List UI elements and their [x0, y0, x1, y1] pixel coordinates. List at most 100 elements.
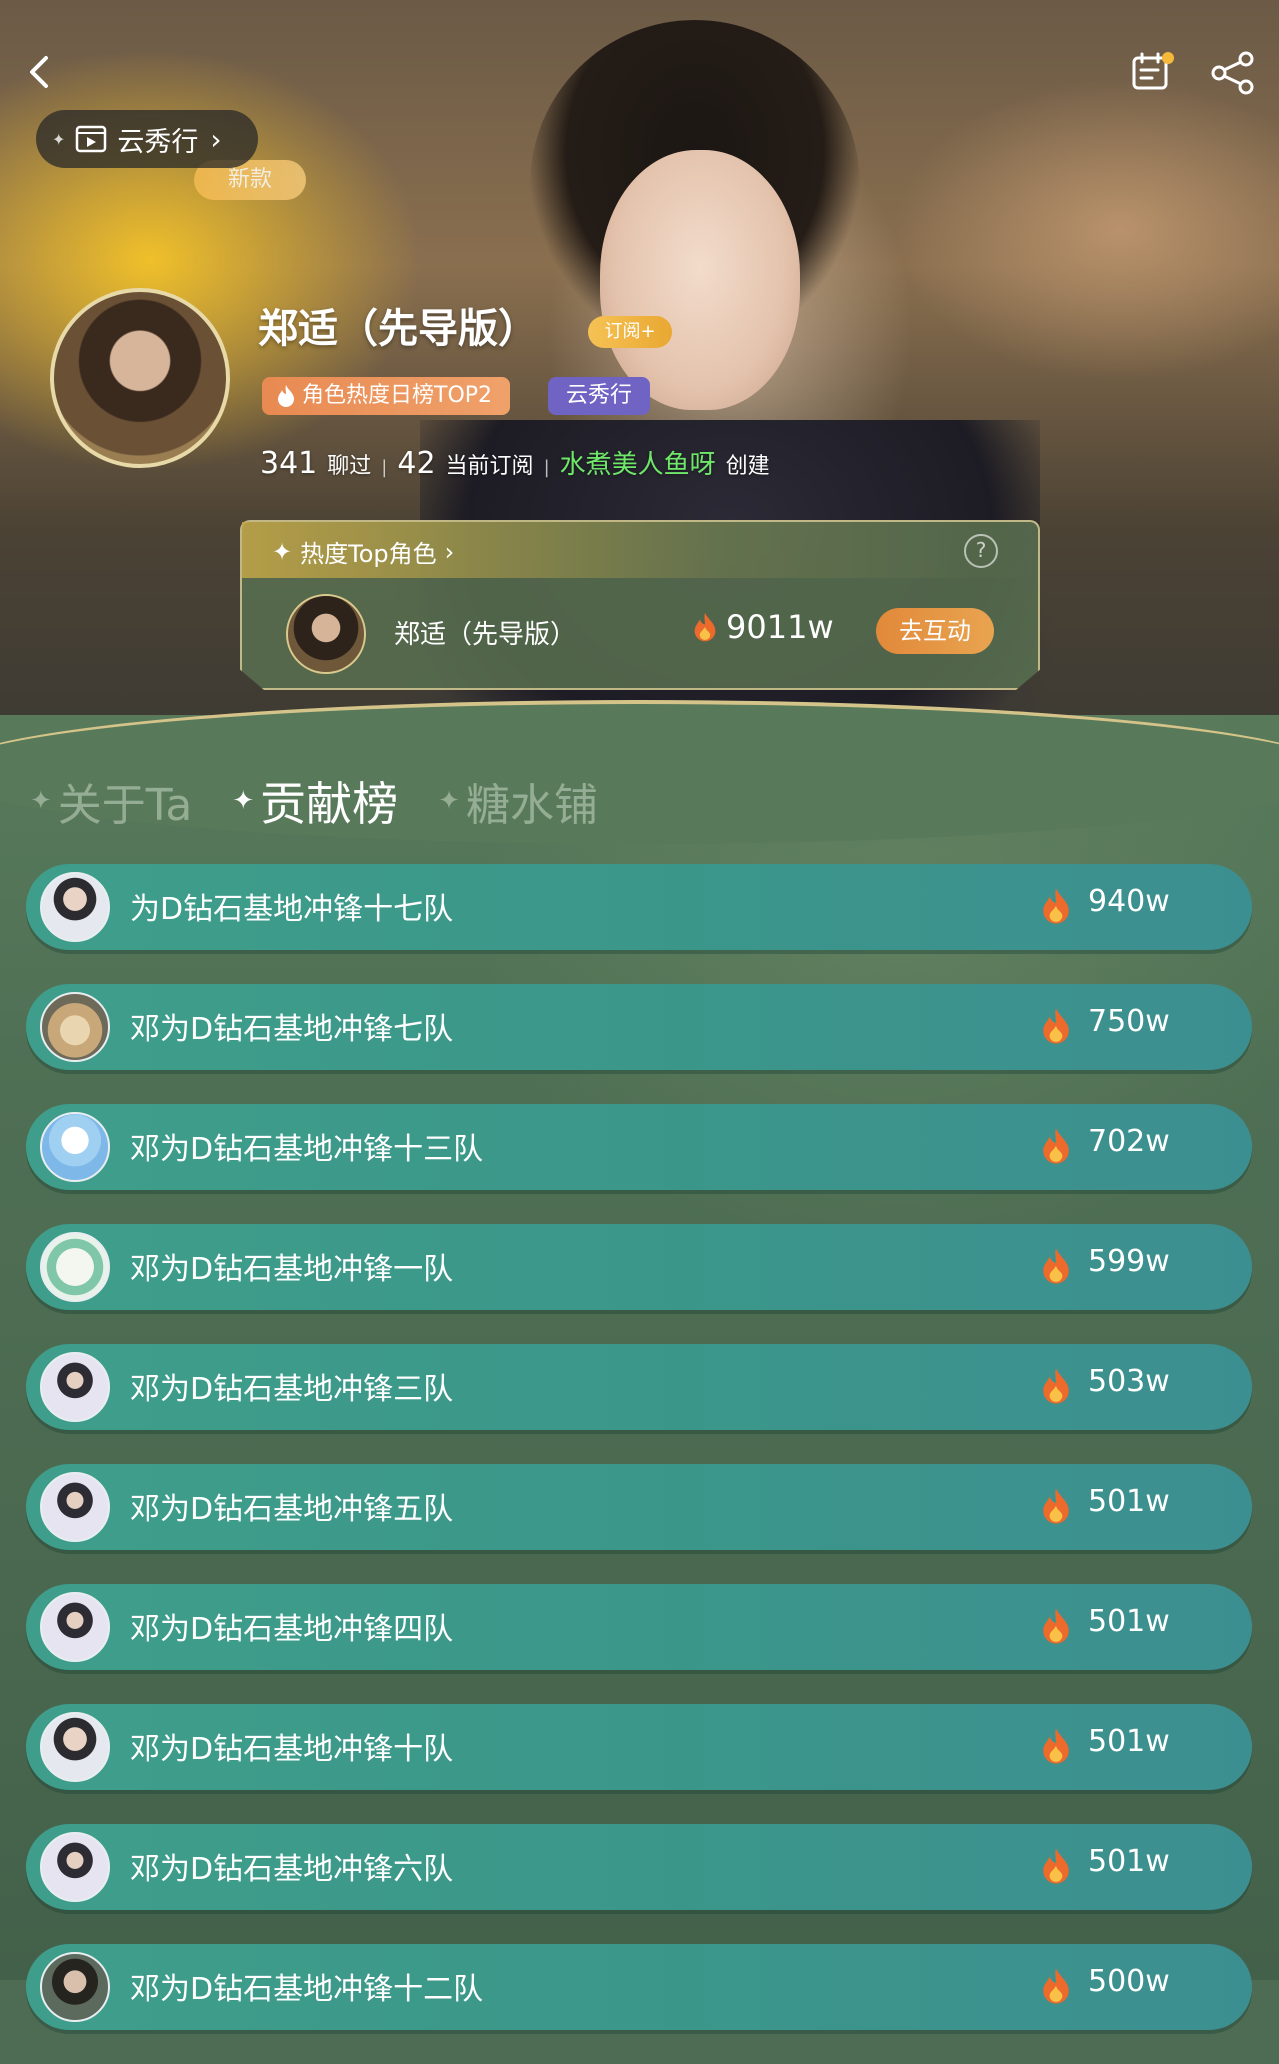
user-avatar[interactable] — [40, 1952, 110, 2022]
user-avatar[interactable] — [40, 1112, 110, 1182]
heat-value: 503w — [1088, 1364, 1170, 1399]
user-avatar[interactable] — [40, 1712, 110, 1782]
flame-icon — [694, 612, 716, 642]
creator-link[interactable]: 水煮美人鱼呀 — [560, 444, 716, 481]
chevron-left-icon — [30, 56, 48, 88]
tab-contribution-label: 贡献榜 — [260, 777, 399, 831]
divider: | — [381, 457, 388, 478]
user-avatar[interactable] — [40, 992, 110, 1062]
yunxiu-entry[interactable]: ✦ 云秀行 › — [36, 110, 258, 168]
sparkle-icon: ✦ — [52, 129, 66, 149]
team-name: 为D钻石基地冲锋十七队 — [130, 892, 454, 927]
tab-candy-shop[interactable]: ✦ 糖水铺 — [438, 769, 598, 833]
flame-icon — [278, 385, 294, 407]
ranking-row[interactable]: 邓为D钻石基地冲锋一队 599w — [26, 1224, 1252, 1310]
ranking-row[interactable]: 邓为D钻石基地冲锋十二队 500w — [26, 1944, 1252, 2030]
character-stats: 341 聊过 | 42 当前订阅 | 水煮美人鱼呀 创建 — [260, 444, 770, 481]
flame-icon — [1043, 1248, 1069, 1284]
team-name: 邓为D钻石基地冲锋五队 — [130, 1492, 454, 1527]
sparkle-icon: ✦ — [272, 537, 293, 566]
heat-value: 750w — [1088, 1004, 1170, 1039]
user-avatar[interactable] — [40, 1232, 110, 1302]
flame-icon — [1043, 1368, 1069, 1404]
flame-icon — [1043, 888, 1069, 924]
ranking-row[interactable]: 为D钻石基地冲锋十七队 940w — [26, 864, 1252, 950]
chevron-right-icon: › — [444, 537, 455, 566]
top-role-heat: 9011w — [692, 608, 834, 646]
flame-icon — [1043, 1488, 1069, 1524]
team-name: 邓为D钻石基地冲锋四队 — [130, 1612, 454, 1647]
user-avatar[interactable] — [40, 1472, 110, 1542]
team-name: 邓为D钻石基地冲锋十二队 — [130, 1972, 484, 2007]
character-name: 郑适（先导版） — [258, 306, 538, 352]
ranking-row[interactable]: 邓为D钻石基地冲锋十三队 702w — [26, 1104, 1252, 1190]
notification-dot — [1162, 52, 1174, 64]
top-role-link[interactable]: ✦ 热度Top角色 › — [272, 534, 454, 569]
heat-value: 501w — [1088, 1844, 1170, 1879]
subscribe-button[interactable]: 订阅+ — [588, 316, 672, 348]
ranking-row[interactable]: 邓为D钻石基地冲锋三队 503w — [26, 1344, 1252, 1430]
subscribers-count: 42 — [397, 446, 436, 481]
calendar-icon — [1132, 52, 1174, 90]
subscribers-label: 当前订阅 — [445, 454, 534, 479]
chatted-label: 聊过 — [327, 454, 372, 479]
top-role-name: 郑适（先导版） — [394, 620, 577, 650]
team-name: 邓为D钻石基地冲锋十队 — [130, 1732, 454, 1767]
team-name: 邓为D钻石基地冲锋十三队 — [130, 1132, 484, 1167]
calendar-button[interactable] — [1130, 50, 1174, 94]
sparkle-icon: ✦ — [438, 786, 460, 816]
flame-icon — [1043, 1128, 1069, 1164]
ranking-row[interactable]: 邓为D钻石基地冲锋四队 501w — [26, 1584, 1252, 1670]
heat-value: 500w — [1088, 1964, 1170, 1999]
ranking-row[interactable]: 邓为D钻石基地冲锋十队 501w — [26, 1704, 1252, 1790]
heat-value: 501w — [1088, 1484, 1170, 1519]
interact-button[interactable]: 去互动 — [876, 608, 994, 654]
flame-icon — [1043, 1848, 1069, 1884]
sparkle-icon: ✦ — [232, 786, 255, 816]
heat-value: 501w — [1088, 1604, 1170, 1639]
tab-candy-shop-label: 糖水铺 — [465, 780, 598, 831]
ranking-row[interactable]: 邓为D钻石基地冲锋六队 501w — [26, 1824, 1252, 1910]
heat-value: 501w — [1088, 1724, 1170, 1759]
heat-value: 702w — [1088, 1124, 1170, 1159]
hot-rank-tag[interactable]: 角色热度日榜TOP2 — [262, 377, 511, 415]
chevron-right-icon: › — [210, 122, 222, 156]
flame-icon — [1043, 1968, 1069, 2004]
ranking-row[interactable]: 邓为D钻石基地冲锋七队 750w — [26, 984, 1252, 1070]
flame-icon — [1043, 1008, 1069, 1044]
top-role-heat-value: 9011w — [726, 608, 834, 646]
team-name: 邓为D钻石基地冲锋三队 — [130, 1372, 454, 1407]
team-name: 邓为D钻石基地冲锋一队 — [130, 1252, 454, 1287]
tab-about-label: 关于Ta — [57, 780, 193, 831]
sparkle-icon: ✦ — [30, 786, 52, 816]
user-avatar[interactable] — [40, 872, 110, 942]
user-avatar[interactable] — [40, 1832, 110, 1902]
ranking-row[interactable]: 邓为D钻石基地冲锋五队 501w — [26, 1464, 1252, 1550]
team-name: 邓为D钻石基地冲锋七队 — [130, 1012, 454, 1047]
heat-value: 940w — [1088, 884, 1170, 919]
yunxiu-tag[interactable]: 云秀行 — [548, 377, 651, 415]
heat-value: 599w — [1088, 1244, 1170, 1279]
team-name: 邓为D钻石基地冲锋六队 — [130, 1852, 454, 1887]
back-button[interactable] — [20, 52, 60, 92]
hot-rank-label: 角色热度日榜TOP2 — [302, 383, 493, 408]
share-icon — [1211, 51, 1254, 95]
tab-bar: ✦ 关于Ta ✦ 贡献榜 ✦ 糖水铺 — [30, 768, 598, 840]
user-avatar[interactable] — [40, 1352, 110, 1422]
created-label: 创建 — [725, 454, 770, 479]
contribution-list: 为D钻石基地冲锋十七队 940w 邓为D钻石基地冲锋七队 750w 邓为D钻石基… — [26, 864, 1252, 2064]
user-avatar[interactable] — [40, 1592, 110, 1662]
top-role-card: ✦ 热度Top角色 › ? 郑适（先导版） 9011w 去互动 — [240, 520, 1040, 690]
divider: | — [543, 457, 550, 478]
flame-icon — [1043, 1608, 1069, 1644]
yunxiu-label: 云秀行 — [117, 126, 199, 158]
character-avatar[interactable] — [50, 288, 230, 468]
share-button[interactable] — [1210, 50, 1256, 96]
tab-about[interactable]: ✦ 关于Ta — [30, 769, 192, 833]
flame-icon — [1043, 1728, 1069, 1764]
hero-face — [600, 150, 800, 410]
chatted-count: 341 — [260, 446, 318, 481]
help-icon[interactable]: ? — [964, 534, 998, 568]
tab-contribution[interactable]: ✦ 贡献榜 — [232, 768, 428, 840]
top-role-avatar[interactable] — [286, 594, 366, 674]
